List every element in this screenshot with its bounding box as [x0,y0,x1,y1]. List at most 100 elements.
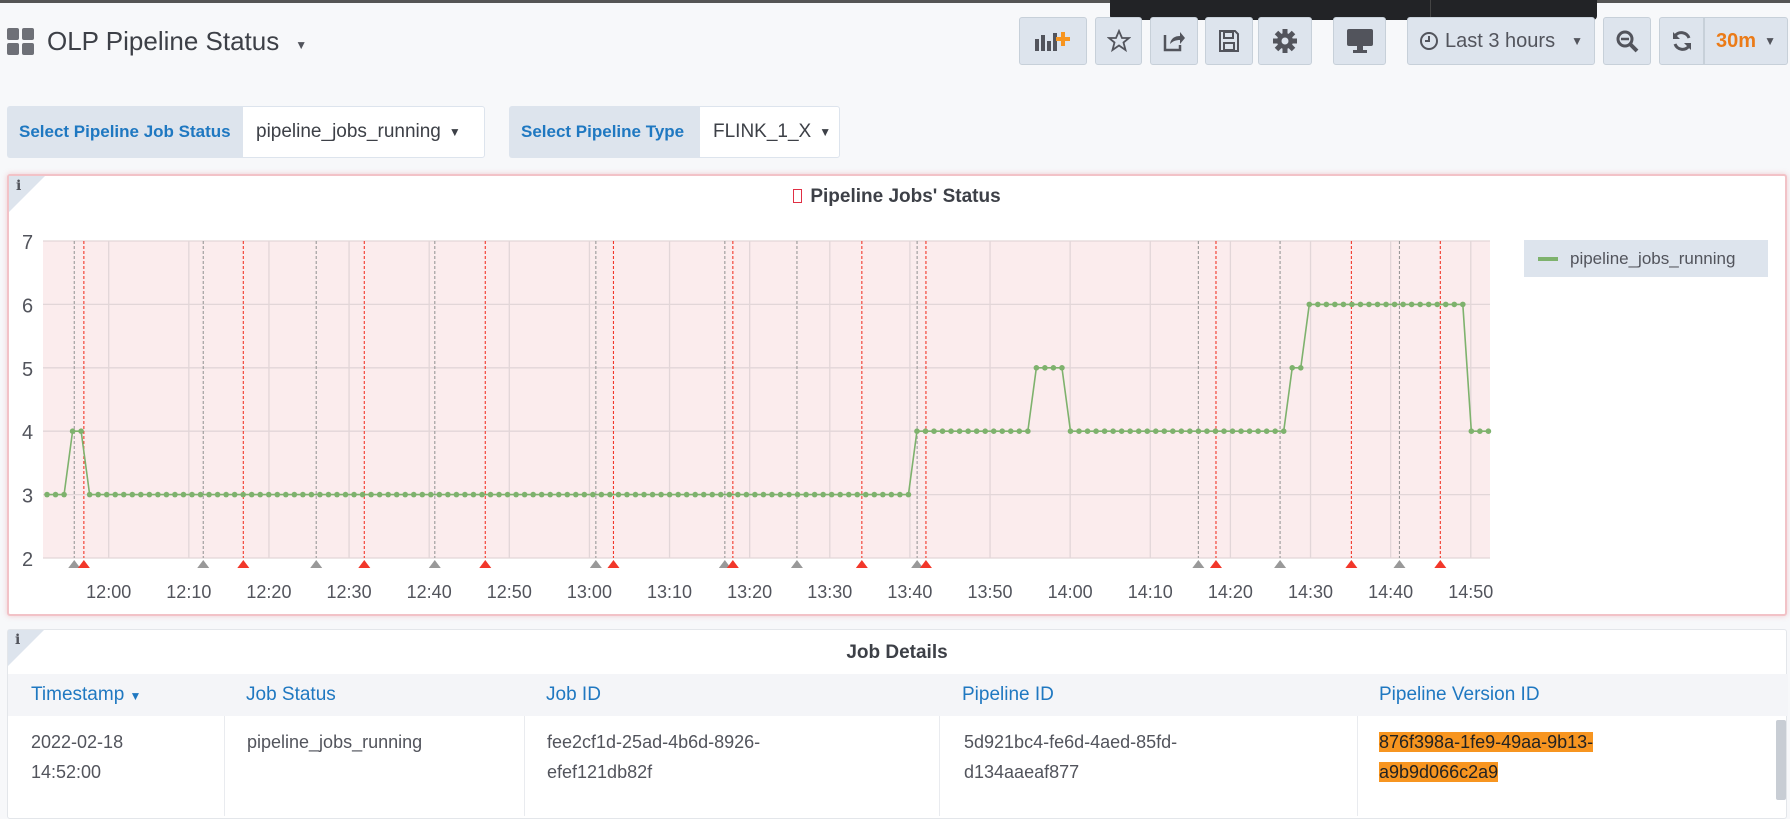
table-scrollbar[interactable] [1776,720,1786,800]
data-point [828,491,835,498]
data-point [44,491,50,498]
data-point [1408,301,1415,308]
column-header-timestamp[interactable]: Timestamp ▼ [31,684,141,706]
data-point [820,491,826,498]
data-point [1451,301,1458,308]
data-point [445,491,451,498]
data-point [1212,428,1219,435]
data-point [189,491,195,498]
data-point [1280,428,1287,435]
data-point [649,491,656,498]
column-header-pipeline-version-id[interactable]: Pipeline Version ID [1379,684,1540,706]
data-point [811,491,818,498]
data-point [103,491,110,498]
annotation-marker[interactable] [1345,560,1358,568]
data-point [1101,428,1108,435]
annotation-marker[interactable] [1274,560,1287,568]
data-point [837,491,843,498]
data-point [231,491,238,498]
annotation-marker[interactable] [919,560,932,568]
annotation-marker[interactable] [237,560,250,568]
annotation-marker[interactable] [358,560,371,568]
data-point [1135,428,1142,435]
column-divider [1357,716,1358,816]
data-point [1255,428,1261,435]
data-point [1263,428,1270,435]
data-point [956,428,963,435]
column-divider [524,716,525,816]
data-point [1178,428,1185,435]
data-point [555,491,562,498]
data-point [1272,428,1278,435]
panel-title[interactable]: Job Details [8,642,1786,664]
data-point [845,491,852,498]
annotation-marker[interactable] [790,560,803,568]
y-tick-label: 6 [22,295,33,317]
data-point [1460,301,1466,308]
x-tick-label: 13:30 [807,582,852,602]
data-point [1383,301,1389,308]
data-point [308,491,315,498]
data-point [939,428,946,435]
column-header-job-status[interactable]: Job Status [246,684,336,706]
annotation-marker[interactable] [1393,560,1406,568]
data-point [1025,428,1031,435]
data-point [1221,428,1227,435]
data-point [914,428,920,435]
x-tick-label: 14:30 [1288,582,1333,602]
annotation-marker[interactable] [197,560,210,568]
x-tick-label: 14:00 [1048,582,1093,602]
data-point [197,491,204,498]
data-point [300,491,306,498]
data-point [504,491,511,498]
annotation-marker[interactable] [68,560,81,568]
data-point [794,491,801,498]
data-point [393,491,400,498]
data-point [1357,301,1364,308]
data-point [419,491,426,498]
data-point [291,491,298,498]
data-point [760,491,767,498]
data-point [1084,428,1091,435]
data-point [428,491,434,498]
data-point [214,491,221,498]
column-header-job-id[interactable]: Job ID [546,684,601,706]
annotation-marker[interactable] [726,560,739,568]
data-point [1306,301,1313,308]
column-header-pipeline-id[interactable]: Pipeline ID [962,684,1054,706]
data-point [1400,301,1406,308]
cell-job-status: pipeline_jobs_running [247,732,423,752]
data-point [999,428,1006,435]
data-point [1434,301,1441,308]
line-chart[interactable]: 2 3 4 5 6 7 12:00 12:10 12:20 12:30 12:40 12:50 13:0… [0,0,1790,630]
y-tick-label: 7 [22,232,33,254]
annotation-marker[interactable] [1434,560,1447,568]
data-point [334,491,340,498]
x-tick-label: 13:00 [567,582,612,602]
data-point [1067,428,1074,435]
x-tick-label: 12:40 [407,582,452,602]
data-point [1417,301,1423,308]
annotation-marker[interactable] [77,560,90,568]
data-point [376,491,383,498]
data-point [632,491,639,498]
cell-job-id: fee2cf1d-25ad-4b6d-8926- efef121db82f [547,732,761,782]
annotation-marker[interactable] [1192,560,1205,568]
data-point [1204,428,1210,435]
data-point [1118,428,1125,435]
column-header-label: Timestamp [31,684,125,705]
data-point [1391,301,1398,308]
data-point [1042,365,1048,371]
annotation-marker[interactable] [607,560,620,568]
annotation-marker[interactable] [479,560,492,568]
annotation-marker[interactable] [855,560,868,568]
annotation-marker[interactable] [589,560,602,568]
annotation-marker[interactable] [310,560,323,568]
annotation-marker[interactable] [428,560,441,568]
data-point [112,491,119,498]
data-point [1161,428,1168,435]
data-point [1323,301,1330,308]
annotation-marker[interactable] [1209,560,1222,568]
data-point [163,491,170,498]
data-point [513,491,519,498]
